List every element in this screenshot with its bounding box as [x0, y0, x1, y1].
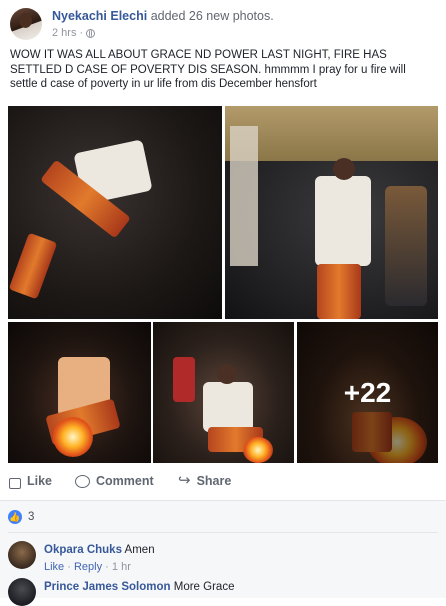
comment-reply-link[interactable]: Reply [74, 561, 102, 573]
comment-label: Comment [96, 474, 154, 488]
share-arrow-icon: ↪ [178, 472, 191, 489]
commenter-name[interactable]: Prince James Solomon [44, 581, 171, 593]
reactions-summary[interactable]: 👍 3 [8, 510, 34, 524]
share-button[interactable]: ↪ Share [178, 472, 232, 489]
more-photos-count: +22 [343, 376, 392, 408]
globe-icon [86, 28, 96, 38]
like-reaction-icon: 👍 [8, 510, 22, 524]
comment-button[interactable]: Comment [75, 474, 154, 488]
photo-3[interactable] [8, 322, 151, 463]
thumbs-up-icon [9, 477, 21, 489]
comment-text: More Grace [173, 581, 235, 593]
reaction-count: 3 [28, 511, 35, 523]
post-meta: 2 hrs · [52, 27, 96, 39]
header-line: Nyekachi Elechi added 26 new photos. [52, 9, 274, 23]
post-actions: Like Comment ↪ Share [0, 468, 446, 496]
post-header: Nyekachi Elechi added 26 new photos. 2 h… [10, 8, 436, 40]
post-action-text: added 26 new photos. [150, 9, 274, 23]
commenter-name[interactable]: Okpara Chuks [44, 544, 122, 556]
comment-time[interactable]: 1 hr [112, 561, 131, 573]
post-text: WOW IT WAS ALL ABOUT GRACE ND POWER LAST… [10, 49, 406, 90]
more-photos-overlay[interactable]: +22 [297, 322, 438, 463]
comment-text: Amen [124, 544, 155, 556]
author-avatar[interactable] [10, 8, 42, 40]
photo-2[interactable] [225, 106, 438, 319]
comment-like-link[interactable]: Like [44, 561, 64, 573]
photo-1[interactable] [8, 106, 222, 319]
commenter-avatar[interactable] [8, 541, 36, 569]
like-label: Like [27, 474, 53, 488]
share-label: Share [196, 474, 232, 488]
post-time[interactable]: 2 hrs [52, 27, 76, 39]
photo-5[interactable]: +22 [297, 322, 438, 463]
like-button[interactable]: Like [9, 474, 53, 489]
divider [8, 532, 438, 533]
photo-4[interactable] [153, 322, 294, 463]
commenter-avatar[interactable] [8, 578, 36, 606]
comment-bubble-icon [75, 474, 90, 488]
author-name[interactable]: Nyekachi Elechi [52, 9, 147, 23]
